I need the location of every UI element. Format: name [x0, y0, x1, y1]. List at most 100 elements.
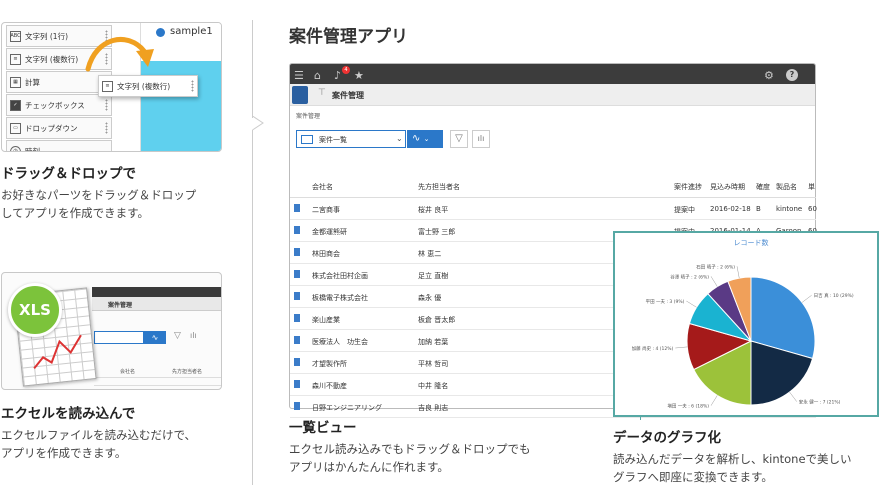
feature1-text-line1: お好きなパーツをドラッグ＆ドロップ	[1, 188, 197, 202]
pin-icon[interactable]: ⊤	[318, 88, 326, 98]
pie-data-label: 加藤 尚史 : 4 (12%)	[632, 345, 674, 352]
palette-item-time[interactable]: ◷ 時刻	[6, 140, 112, 151]
mini-view-select[interactable]	[94, 331, 144, 344]
chart-caption-text-line2: グラフへ即座に変換できます。	[613, 470, 773, 484]
table-cell: 楽山産業	[312, 316, 340, 324]
record-detail-icon[interactable]	[294, 402, 300, 410]
palette-item-checkbox[interactable]: ✓ チェックボックス	[6, 94, 112, 116]
record-detail-icon[interactable]	[294, 270, 300, 278]
graph-button[interactable]: ∿ ⌄	[407, 130, 443, 148]
pie-data-label: 谷澤 晴子 : 2 (6%)	[670, 273, 709, 280]
bell-icon[interactable]: ♪	[334, 69, 341, 82]
column-header-company[interactable]: 会社名	[312, 182, 333, 192]
column-header-extra[interactable]: 単	[808, 182, 815, 192]
breadcrumb[interactable]: 案件管理	[296, 111, 320, 120]
table-cell: 森永 優	[418, 294, 442, 302]
table-cell: 富士野 三郎	[418, 228, 456, 236]
dragged-item-label: 文字列 (複数行)	[117, 81, 171, 91]
pie-leader-line	[789, 391, 797, 402]
table-cell: 森川不動産	[312, 382, 347, 390]
chevron-down-icon: ⌄	[396, 134, 403, 143]
star-icon[interactable]: ★	[354, 69, 364, 82]
app-title: 案件管理	[332, 91, 364, 100]
table-cell: 日野エンジニアリング	[312, 404, 382, 412]
app-toolbar: ☰ ⌂ ♪ 4 ★ ⚙ ?	[290, 64, 815, 84]
xls-badge: XLS	[8, 283, 62, 337]
table-cell: 板倉 晋太郎	[418, 316, 456, 324]
sample-label: sample1	[170, 26, 213, 37]
table-cell: 林 恵二	[418, 250, 442, 258]
mini-column-contact: 先方担当者名	[172, 369, 203, 375]
chart-caption-text-line1: 読み込んだデータを解析し、kintoneで美しい	[613, 452, 852, 466]
notification-badge: 4	[342, 66, 350, 74]
excel-import-thumbnail: 案件管理 ∿ ▽ ılı 会社名 先方担当者名 XLS	[1, 272, 222, 390]
record-detail-icon[interactable]	[294, 248, 300, 256]
chart-caption-title: データのグラフ化	[613, 430, 721, 446]
record-detail-icon[interactable]	[294, 292, 300, 300]
home-icon[interactable]: ⌂	[314, 69, 321, 82]
chart-panel: レコード数 日吉 真 : 10 (29%) 安永 健一 : 7 (21%) 増田 一夫…	[613, 231, 879, 417]
divider-notch	[252, 116, 264, 131]
table-cell: 桜井 良平	[418, 206, 449, 214]
column-header-date[interactable]: 見込み時期	[710, 182, 745, 192]
drag-handle-icon[interactable]	[191, 80, 194, 92]
palette-item-dropdown[interactable]: ▭ ドロップダウン	[6, 117, 112, 139]
pie-leader-line	[675, 346, 688, 349]
record-detail-icon[interactable]	[294, 358, 300, 366]
app-icon	[292, 86, 308, 104]
table-cell: 林田商会	[312, 250, 340, 258]
table-cell: 板橋電子株式会社	[312, 294, 368, 302]
column-header-status[interactable]: 案件進捗	[674, 182, 702, 192]
palette-item-label: 文字列 (複数行)	[25, 54, 79, 64]
calculator-icon: ▦	[10, 76, 21, 88]
pie-leader-line	[710, 395, 718, 406]
record-detail-icon[interactable]	[294, 380, 300, 388]
column-header-rank[interactable]: 確度	[756, 182, 770, 192]
list-view-text-line2: アプリはかんたんに作れます。	[289, 460, 449, 474]
feature2-text-line1: エクセルファイルを読み込むだけで、	[1, 428, 197, 442]
table-cell: 足立 直樹	[418, 272, 449, 280]
table-cell: 60	[808, 205, 817, 213]
record-detail-icon[interactable]	[294, 336, 300, 344]
drag-handle-icon[interactable]	[105, 122, 108, 134]
table-cell: 株式会社田村企画	[312, 272, 368, 280]
section-divider	[252, 130, 253, 485]
textarea-icon: ≡	[10, 53, 21, 65]
mini-graph-button[interactable]: ∿	[144, 331, 166, 344]
gear-icon[interactable]: ⚙	[764, 69, 774, 82]
view-select[interactable]: 案件一覧 ⌄	[296, 130, 406, 148]
table-cell: 二宮商事	[312, 206, 340, 214]
drag-arrow-icon	[85, 36, 154, 72]
table-cell: 平林 哲司	[418, 360, 449, 368]
pie-leader-line	[710, 276, 718, 287]
chart-title: レコード数	[734, 238, 769, 247]
view-select-label: 案件一覧	[319, 136, 347, 144]
table-row[interactable]: 二宮商事 桜井 良平 提案中 2016-02-18 Bkintone 60	[290, 198, 817, 220]
table-cell: 加納 若葉	[418, 338, 449, 346]
drag-handle-icon[interactable]	[105, 99, 108, 111]
clock-icon: ◷	[10, 145, 21, 151]
mini-chart-icon[interactable]: ılı	[190, 331, 197, 340]
record-detail-icon[interactable]	[294, 314, 300, 322]
mini-row-line	[94, 377, 221, 378]
filter-icon[interactable]: ▽	[450, 130, 468, 148]
mini-filter-icon[interactable]: ▽	[174, 331, 181, 341]
section-divider	[252, 20, 253, 118]
pie-chart: レコード数日吉 真 : 10 (29%) 安永 健一 : 7 (21%) 増田 一夫…	[632, 238, 854, 410]
pie-data-label: 安永 健一 : 7 (21%)	[799, 399, 841, 406]
table-cell: 中井 隆名	[418, 382, 449, 390]
palette-item-label: ドロップダウン	[25, 123, 78, 133]
menu-icon[interactable]: ☰	[294, 69, 304, 82]
text-field-icon: ABC	[10, 30, 21, 42]
help-icon[interactable]: ?	[786, 69, 798, 81]
pie-leader-line	[686, 300, 697, 308]
drag-drop-thumbnail: sample1 ABC 文字列 (1行) ≡ 文字列 (複数行) ▦ 計算 ✓ チェック…	[1, 22, 222, 152]
column-header-contact[interactable]: 先方担当者名	[418, 182, 460, 192]
record-detail-icon[interactable]	[294, 204, 300, 212]
chart-icon[interactable]: ılı	[472, 130, 490, 148]
column-header-product[interactable]: 製品名	[776, 182, 797, 192]
mini-app-toolbar	[92, 287, 221, 297]
record-detail-icon[interactable]	[294, 226, 300, 234]
mini-app-title: 案件管理	[108, 302, 133, 309]
dropdown-icon: ▭	[10, 122, 21, 134]
